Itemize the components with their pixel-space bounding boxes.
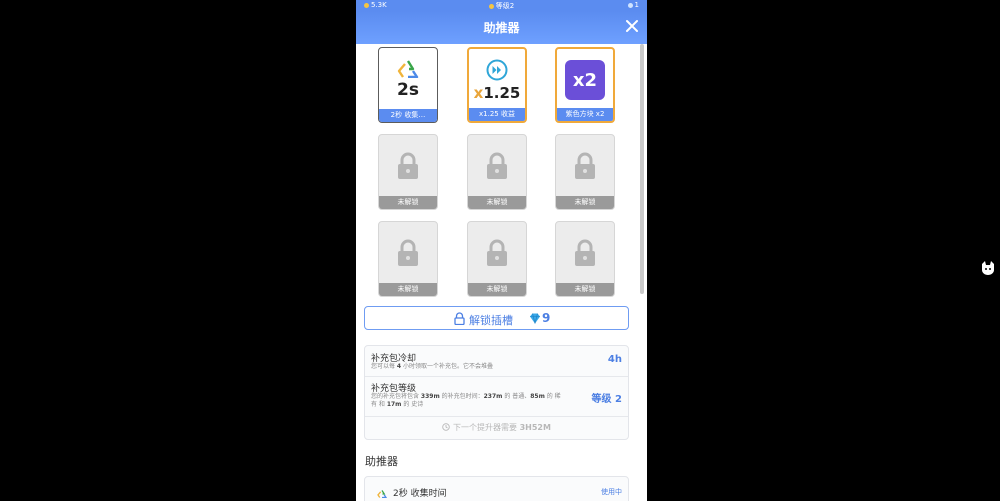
screen: 5.3K 等级2 1 助推器 2s 2秒 收集… x1.25 x1.25 收益 … [0,0,1000,501]
level-value: 等级2 [495,2,515,10]
title-bar: 助推器 [356,11,647,44]
lock-icon [398,239,418,266]
slot-art-text: 2s [397,79,419,100]
slot-art [468,228,526,278]
slot-art: 2s [379,54,437,104]
locked-slot-9[interactable]: 未解锁 [555,221,615,297]
cooldown-value: 4h [607,354,622,365]
text-part: 的补充包时间： [439,393,484,400]
text-part: 您的补充包将包含 [371,393,421,400]
page-title: 助推器 [483,21,520,35]
text-part: 有 和 [371,401,387,408]
epic-time: 17m [386,401,402,408]
slot-art-value: 1.25 [483,84,521,102]
text-part: 的 稀 [544,393,561,400]
slot-art [556,141,614,191]
slot-caption: 未解锁 [379,283,437,296]
lock-icon [575,152,595,179]
level-display: 等级2 [356,1,647,11]
slot-art [379,228,437,278]
lock-icon [487,152,507,179]
status-bar: 5.3K 等级2 1 [356,0,647,11]
booster-slot-3[interactable]: x2 紫色方块 x2 [555,47,615,123]
unlock-slot-button[interactable]: 解锁插槽 9 [364,306,629,330]
pack-level-value: 等级 2 [591,394,622,405]
rare-time: 85m [530,393,545,400]
divider [365,416,628,417]
next-booster-requirement: 下一个提升器需要 3H52M [365,422,628,433]
slot-caption: 未解锁 [556,196,614,209]
slot-art-inner: x1.25 [474,59,521,101]
unlock-cost: 9 [542,311,551,325]
slot-caption: 未解锁 [468,283,526,296]
slot-art-inner: 2s [397,59,419,100]
gem-icon [530,313,540,324]
locked-slot-6[interactable]: 未解锁 [555,134,615,210]
fast-forward-icon [486,59,508,81]
slot-caption: 2秒 收集… [379,109,437,122]
slot-art [468,141,526,191]
slot-caption: x1.25 收益 [469,108,525,121]
scrollbar[interactable] [640,44,644,294]
booster-slot-2[interactable]: x1.25 x1.25 收益 [467,47,527,123]
booster-slot-1[interactable]: 2s 2秒 收集… [378,47,438,123]
slot-caption: 未解锁 [379,196,437,209]
clock-icon [442,423,450,431]
booster-list-item[interactable]: 2s 2秒 收集时间 使用中 [364,476,629,501]
unlock-icon [454,312,465,325]
slot-art: x1.25 [469,55,525,105]
slot-caption: 未解锁 [556,283,614,296]
recycle-icon [377,490,388,499]
slot-art-text: x2 [572,69,598,91]
booster-item-icon: 2s [375,483,389,501]
lock-icon [487,239,507,266]
recycle-icon [397,59,419,78]
locked-slot-7[interactable]: 未解锁 [378,221,438,297]
right-counter: 1 [627,1,639,9]
lock-icon [575,239,595,266]
lock-icon [398,152,418,179]
slot-art: x2 [557,55,613,105]
text-part: 的 史诗 [401,401,424,408]
close-icon[interactable] [625,19,639,33]
text-part: 您可以每 [371,363,397,370]
cat-icon[interactable] [980,260,996,276]
slot-caption: 未解锁 [468,196,526,209]
divider [365,376,628,377]
purple-block-icon: x2 [565,60,605,100]
next-boost-label: 下一个提升器需要 [453,423,520,432]
text-part: 的 普通、 [502,393,531,400]
locked-slot-5[interactable]: 未解锁 [467,134,527,210]
supply-pack-info: 补充包冷却 您可以每 4 小时领取一个补充包。它不会堆叠 4h 补充包等级 您的… [364,345,629,440]
locked-slot-4[interactable]: 未解锁 [378,134,438,210]
resource-icon [627,2,633,8]
section-title: 助推器 [365,455,398,468]
slot-caption: 紫色方块 x2 [557,108,613,121]
slot-art [379,141,437,191]
total-time: 339m [420,393,440,400]
slot-art-prefix: x [473,84,484,102]
next-boost-time: 3H52M [519,423,551,432]
unlock-slot-label: 解锁插槽 [469,314,513,327]
normal-time: 237m [483,393,503,400]
cooldown-description: 您可以每 4 小时领取一个补充包。它不会堆叠 [371,363,493,371]
booster-status: 使用中 [601,488,622,496]
slot-art [556,228,614,278]
locked-slot-8[interactable]: 未解锁 [467,221,527,297]
pack-level-description: 您的补充包将包含 339m 的补充包时间：237m 的 普通、85m 的 稀有 … [371,393,596,409]
booster-name: 2秒 收集时间 [393,489,447,499]
text-part: 小时领取一个补充包。它不会堆叠 [401,363,494,370]
star-icon [488,3,494,9]
slot-art-text: x1.25 [474,85,521,101]
right-counter-value: 1 [634,1,639,9]
game-window: 5.3K 等级2 1 助推器 2s 2秒 收集… x1.25 x1.25 收益 … [356,0,647,501]
